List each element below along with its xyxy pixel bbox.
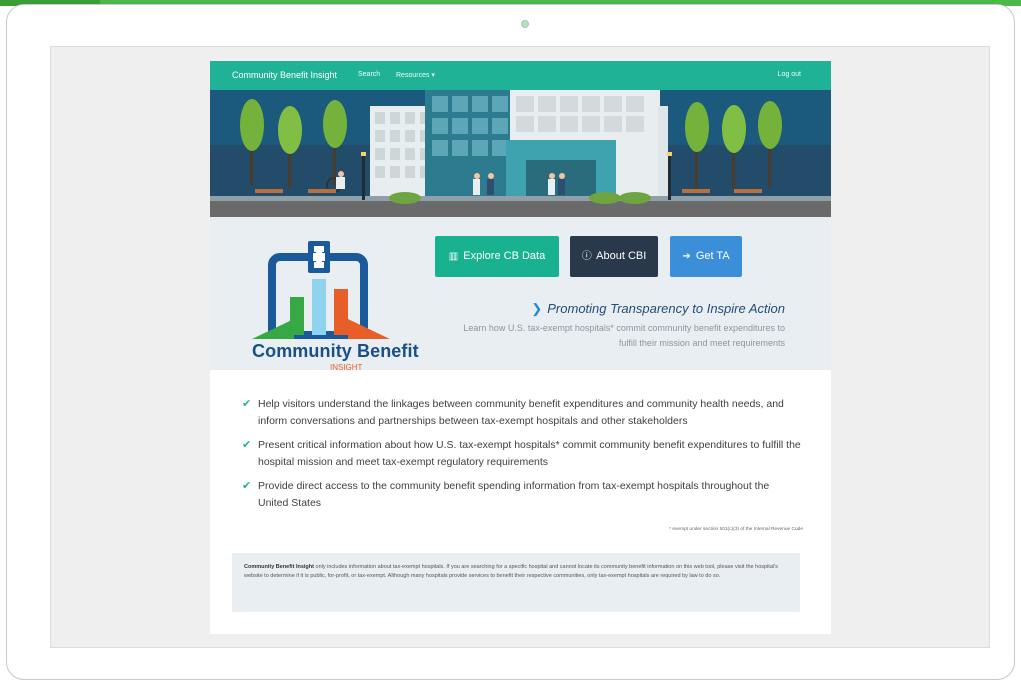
check-icon: ✔ [242, 398, 252, 410]
list-item: ✔ Help visitors understand the linkages … [242, 396, 802, 430]
bullet-text: Help visitors understand the linkages be… [258, 398, 784, 427]
community-benefit-logo: Community Benefit INSIGHT [232, 235, 422, 372]
bullet-text: Present critical information about how U… [258, 439, 801, 468]
notice-bold: Community Benefit Insight [244, 564, 314, 570]
nav-search-link[interactable]: Search [358, 71, 380, 78]
device-mockup: Community Benefit Insight Search Resourc… [0, 0, 1021, 684]
explore-cb-data-button[interactable]: ▥ Explore CB Data [435, 236, 559, 277]
promo-heading-text: Promoting Transparency to Inspire Action [547, 301, 785, 316]
website-page: Community Benefit Insight Search Resourc… [210, 61, 831, 634]
get-ta-button[interactable]: ➔ Get TA [670, 236, 742, 277]
tax-exempt-footnote: * exempt under section 501(c)(3) of the … [669, 527, 803, 532]
promo-heading: ❯ Promoting Transparency to Inspire Actio… [531, 301, 785, 317]
list-item: ✔ Provide direct access to the community… [242, 478, 802, 512]
camera-icon [521, 20, 529, 28]
hero-band: Community Benefit INSIGHT ▥ Explore CB D… [210, 217, 831, 372]
notice-text: only includes information about tax-exem… [244, 564, 778, 579]
brand-link[interactable]: Community Benefit Insight [232, 70, 337, 80]
notice-box: Community Benefit Insight only includes … [232, 553, 800, 612]
promo-description: Learn how U.S. tax-exempt hospitals* com… [463, 323, 785, 348]
logout-link[interactable]: Log out [778, 71, 801, 78]
bar-chart-icon: ▥ [448, 251, 459, 262]
logo-subtitle: INSIGHT [330, 363, 363, 372]
nav-resources-dropdown[interactable]: Resources ▾ [396, 71, 435, 79]
bullet-text: Provide direct access to the community b… [258, 480, 770, 509]
info-circle-icon: ⓘ [581, 251, 592, 262]
hero-illustration [210, 90, 831, 217]
list-item: ✔ Present critical information about how… [242, 437, 802, 471]
arrow-right-icon: ➔ [682, 251, 691, 262]
explore-button-label: Explore CB Data [463, 250, 546, 262]
logo-title: Community Benefit [252, 341, 419, 361]
hospital-illustration [210, 90, 831, 217]
about-button-label: About CBI [596, 250, 647, 262]
chevron-right-icon: ❯ [531, 301, 543, 316]
check-icon: ✔ [242, 439, 252, 451]
check-icon: ✔ [242, 480, 252, 492]
feature-list: ✔ Help visitors understand the linkages … [242, 396, 802, 519]
ta-button-label: Get TA [695, 250, 730, 262]
navbar: Community Benefit Insight Search Resourc… [210, 61, 831, 90]
about-cbi-button[interactable]: ⓘ About CBI [570, 236, 658, 277]
